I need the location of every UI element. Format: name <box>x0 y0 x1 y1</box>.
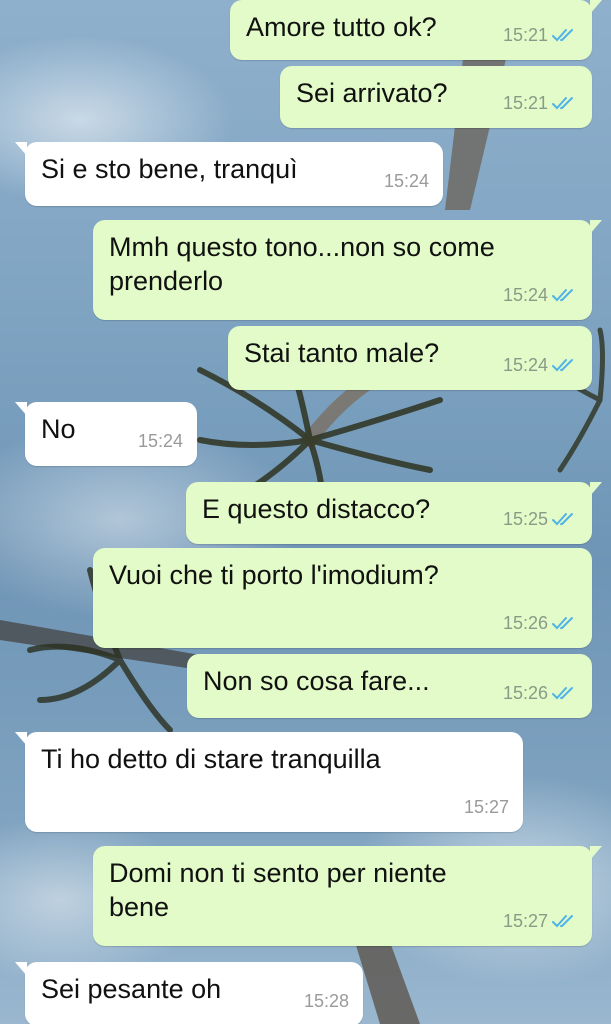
double-check-read-icon <box>552 289 573 302</box>
outgoing-message[interactable]: Stai tanto male? 15:24 <box>228 326 592 390</box>
message-time: 15:26 <box>502 613 548 633</box>
message-meta: 15:24 <box>503 278 578 312</box>
outgoing-message[interactable]: Non so cosa fare... 15:26 <box>187 654 592 718</box>
double-check-read-icon <box>552 617 573 630</box>
message-time: 15:27 <box>502 911 548 931</box>
outgoing-message[interactable]: Amore tutto ok? 15:21 <box>230 0 602 60</box>
message-meta: 15:24 <box>138 424 183 458</box>
message-time: 15:28 <box>303 991 349 1011</box>
double-check-read-icon <box>552 915 573 928</box>
message-time: 15:24 <box>502 285 548 305</box>
message-time: 15:21 <box>502 25 548 45</box>
message-time: 15:25 <box>502 509 548 529</box>
message-meta: 15:24 <box>384 164 429 198</box>
message-meta: 15:24 <box>503 348 578 382</box>
outgoing-message[interactable]: Domi non ti sento per niente bene 15:27 <box>93 846 602 946</box>
message-time: 15:24 <box>502 355 548 375</box>
incoming-message[interactable]: No 15:24 <box>15 402 197 466</box>
message-time: 15:21 <box>502 93 548 113</box>
incoming-message[interactable]: Ti ho detto di stare tranquilla 15:27 <box>15 732 523 832</box>
message-meta: 15:28 <box>304 984 349 1018</box>
double-check-read-icon <box>552 513 573 526</box>
message-meta: 15:21 <box>503 18 578 52</box>
message-meta: 15:26 <box>503 606 578 640</box>
message-time: 15:27 <box>463 797 509 817</box>
message-text: Vuoi che ti porto l'imodium? <box>109 560 439 590</box>
message-text: Sei pesante oh <box>41 974 222 1004</box>
outgoing-message[interactable]: Sei arrivato? 15:21 <box>280 66 592 128</box>
message-meta: 15:26 <box>503 676 578 710</box>
message-time: 15:24 <box>383 171 429 191</box>
double-check-read-icon <box>552 687 573 700</box>
outgoing-message[interactable]: E questo distacco? 15:25 <box>186 482 602 544</box>
message-meta: 15:27 <box>464 790 509 824</box>
message-meta: 15:21 <box>503 86 578 120</box>
outgoing-message[interactable]: Mmh questo tono...non so come prenderlo 1… <box>93 220 602 320</box>
message-meta: 15:27 <box>503 904 578 938</box>
message-meta: 15:25 <box>503 502 578 536</box>
message-text: Si e sto bene, tranquì <box>41 154 298 184</box>
message-text: Ti ho detto di stare tranquilla <box>41 744 381 774</box>
incoming-message[interactable]: Sei pesante oh 15:28 <box>15 962 363 1024</box>
chat-area[interactable]: Amore tutto ok? 15:21 Sei arrivato? 15:21 Si… <box>0 0 611 1024</box>
double-check-read-icon <box>552 97 573 110</box>
outgoing-message[interactable]: Vuoi che ti porto l'imodium? 15:26 <box>93 548 592 648</box>
message-time: 15:26 <box>502 683 548 703</box>
double-check-read-icon <box>552 359 573 372</box>
message-time: 15:24 <box>137 431 183 451</box>
double-check-read-icon <box>552 29 573 42</box>
incoming-message[interactable]: Si e sto bene, tranquì 15:24 <box>15 142 443 206</box>
